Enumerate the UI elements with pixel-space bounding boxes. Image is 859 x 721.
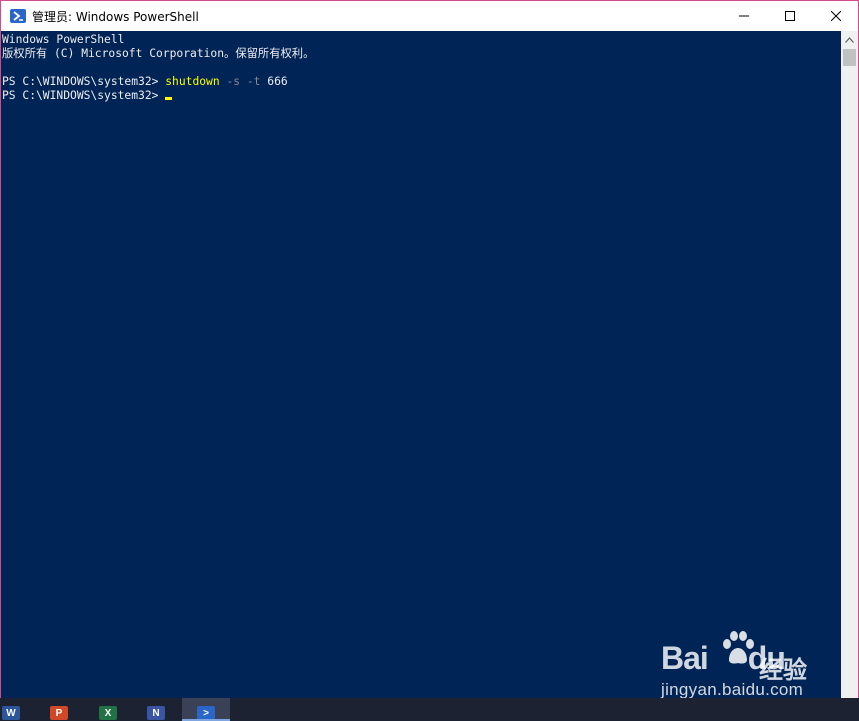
vertical-scrollbar[interactable] xyxy=(841,31,858,698)
powershell-taskbar-icon: > xyxy=(197,706,215,720)
excel-icon: X xyxy=(99,706,117,720)
scroll-thumb[interactable] xyxy=(843,49,856,66)
maximize-icon xyxy=(785,11,795,21)
powerpoint-icon: P xyxy=(50,706,68,720)
scroll-up-button[interactable] xyxy=(841,31,858,48)
visio-icon: N xyxy=(147,706,165,720)
taskbar-excel[interactable]: X xyxy=(85,698,131,721)
baidu-jingyan-watermark: Bai du 经验 jingyan.baidu.com xyxy=(659,628,819,702)
minimize-button[interactable] xyxy=(721,1,767,31)
paw-icon xyxy=(723,631,754,664)
chevron-up-icon xyxy=(845,36,854,43)
param-t: -t xyxy=(240,75,261,88)
close-button[interactable] xyxy=(813,1,859,31)
header-line-2: 版权所有 (C) Microsoft Corporation。保留所有权利。 xyxy=(2,47,315,60)
command-line-1: PS C:\WINDOWS\system32> shutdown -s -t 6… xyxy=(2,75,288,89)
text-cursor xyxy=(165,97,173,100)
window-title: 管理员: Windows PowerShell xyxy=(32,10,199,24)
title-bar[interactable]: 管理员: Windows PowerShell xyxy=(1,1,858,31)
taskbar-powershell[interactable]: > xyxy=(182,698,230,721)
prompt-text: PS C:\WINDOWS\system32> xyxy=(2,75,166,88)
minimize-icon xyxy=(739,15,749,17)
taskbar-visio[interactable]: N xyxy=(133,698,179,721)
word-icon: W xyxy=(2,706,20,720)
command-line-2[interactable]: PS C:\WINDOWS\system32> xyxy=(2,89,173,103)
command-text: shutdown xyxy=(165,75,220,88)
param-s: -s xyxy=(219,75,241,88)
maximize-button[interactable] xyxy=(767,1,813,31)
powershell-window: 管理员: Windows PowerShell Windows PowerShe… xyxy=(0,0,859,699)
taskbar-word[interactable]: W xyxy=(0,698,34,721)
powershell-icon[interactable] xyxy=(10,9,26,23)
taskbar: W P X N > xyxy=(0,698,859,721)
taskbar-powerpoint[interactable]: P xyxy=(36,698,82,721)
argument-text: 666 xyxy=(260,75,288,88)
header-line-1: Windows PowerShell xyxy=(2,33,125,46)
close-icon xyxy=(831,11,841,21)
watermark-url: jingyan.baidu.com xyxy=(661,680,804,699)
console-output[interactable]: Windows PowerShell 版权所有 (C) Microsoft Co… xyxy=(1,31,841,698)
prompt-text-2: PS C:\WINDOWS\system32> xyxy=(2,89,159,102)
